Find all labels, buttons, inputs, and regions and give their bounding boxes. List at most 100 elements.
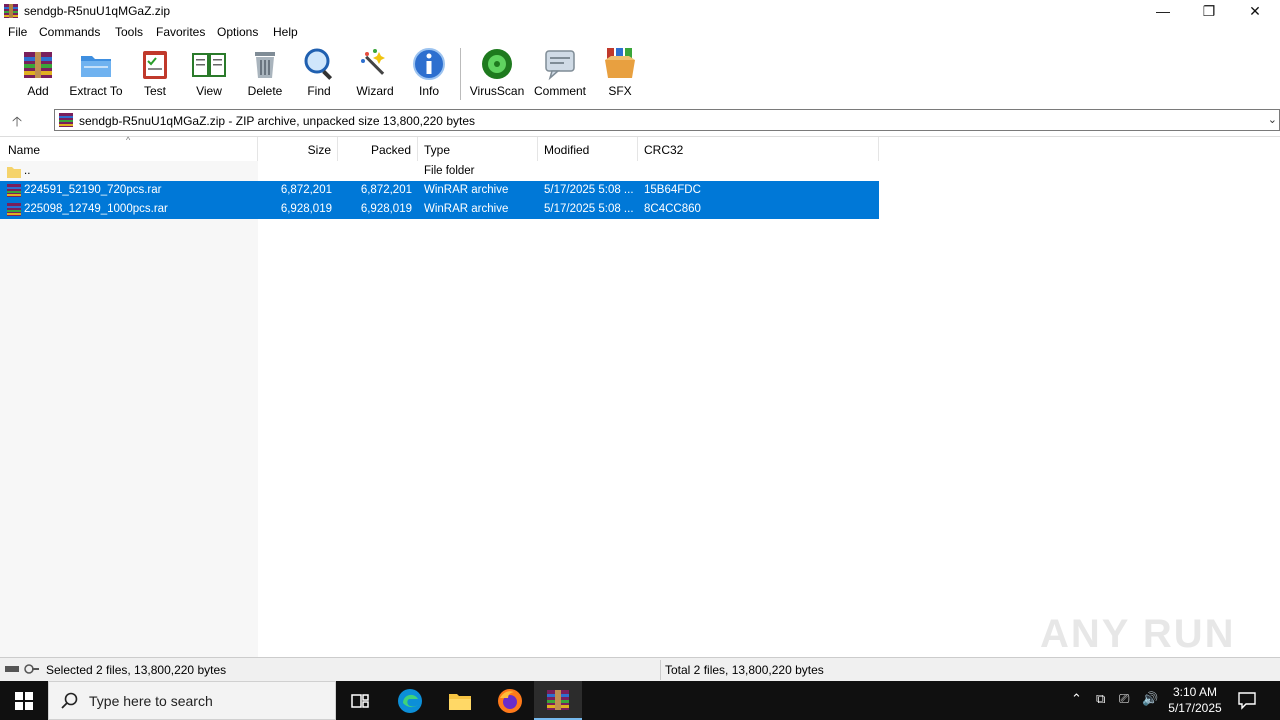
search-icon [61, 692, 78, 709]
file-name: .. [24, 165, 31, 177]
test-button[interactable]: Test [136, 46, 174, 102]
view-button[interactable]: View [188, 46, 230, 102]
device-icon[interactable]: ⧉ [1096, 691, 1105, 707]
column-header-name[interactable]: Name [0, 137, 258, 161]
menu-options[interactable]: Options [217, 25, 258, 39]
extract-folder-icon [81, 56, 111, 77]
sfx-box-icon [605, 48, 635, 78]
file-crc32: 15B64FDC [644, 184, 701, 196]
taskbar-clock[interactable]: 3:10 AM 5/17/2025 [1160, 684, 1230, 716]
delete-label: Delete [247, 84, 283, 98]
comment-button[interactable]: Comment [532, 46, 588, 102]
menu-favorites[interactable]: Favorites [156, 25, 205, 39]
view-book-icon [192, 53, 226, 77]
virusscan-button[interactable]: VirusScan [470, 46, 524, 102]
column-header-packed[interactable]: Packed [338, 137, 418, 161]
notification-icon[interactable] [1236, 690, 1258, 710]
extract-to-button[interactable]: Extract To [68, 46, 124, 102]
volume-icon[interactable]: 🔊 [1142, 691, 1158, 707]
address-row: 🡡 sendgb-R5nuU1qMGaZ.zip - ZIP archive, … [0, 108, 1280, 132]
edge-icon [398, 688, 422, 713]
view-label: View [196, 84, 222, 98]
add-button[interactable]: Add [18, 46, 58, 102]
windows-logo-icon [15, 691, 33, 710]
add-archive-icon [24, 52, 52, 78]
status-total: Total 2 files, 13,800,220 bytes [665, 663, 824, 677]
info-button[interactable]: Info [410, 46, 448, 102]
rar-file-icon [7, 203, 21, 216]
comment-label: Comment [533, 84, 586, 98]
status-selected: Selected 2 files, 13,800,220 bytes [46, 663, 227, 677]
zip-archive-icon [59, 113, 73, 127]
column-header-modified[interactable]: Modified [538, 137, 638, 161]
task-view-button[interactable] [336, 681, 384, 720]
status-divider [660, 660, 661, 680]
firefox-app-button[interactable] [486, 681, 534, 720]
table-row[interactable]: .. File folder [0, 162, 879, 181]
wand-icon [361, 49, 385, 75]
file-crc32: 8C4CC860 [644, 203, 701, 215]
file-type: WinRAR archive [424, 203, 509, 215]
toolbar-separator [460, 48, 461, 100]
minimize-button[interactable]: — [1140, 0, 1186, 22]
column-header-crc32[interactable]: CRC32 [638, 137, 879, 161]
table-row[interactable]: 225098_12749_1000pcs.rar 6,928,019 6,928… [0, 200, 879, 219]
name-column-background [0, 161, 258, 657]
sfx-button[interactable]: SFX [598, 46, 642, 102]
start-button[interactable] [0, 681, 48, 720]
file-packed: 6,872,201 [360, 184, 412, 196]
column-header-size[interactable]: Size [258, 137, 338, 161]
address-bar[interactable]: sendgb-R5nuU1qMGaZ.zip - ZIP archive, un… [54, 109, 1280, 131]
column-header-type[interactable]: Type [418, 137, 538, 161]
test-label: Test [143, 84, 166, 98]
search-placeholder: Type here to search [89, 693, 213, 709]
table-row[interactable]: 224591_52190_720pcs.rar 6,872,201 6,872,… [0, 181, 879, 200]
delete-button[interactable]: Delete [245, 46, 285, 102]
maximize-button[interactable]: ❐ [1186, 0, 1232, 22]
window-title: sendgb-R5nuU1qMGaZ.zip [24, 4, 171, 18]
test-clipboard-icon [143, 51, 167, 79]
menu-file[interactable]: File [8, 25, 27, 39]
file-size: 6,928,019 [280, 203, 332, 215]
magnifier-icon [304, 48, 333, 80]
info-icon [413, 48, 445, 80]
watermark: ANY RUN [1040, 612, 1236, 656]
extract-to-label: Extract To [69, 84, 123, 98]
file-modified: 5/17/2025 5:08 ... [544, 184, 634, 196]
file-size: 6,872,201 [280, 184, 332, 196]
virus-scan-icon [482, 49, 512, 79]
find-button[interactable]: Find [300, 46, 338, 102]
sfx-label: SFX [608, 84, 632, 98]
toolbar: Add Extract To Test View Delete Find Wiz… [0, 42, 1280, 106]
edge-app-button[interactable] [386, 681, 434, 720]
menu-commands[interactable]: Commands [39, 25, 100, 39]
file-type: WinRAR archive [424, 184, 509, 196]
wizard-button[interactable]: Wizard [354, 46, 396, 102]
find-label: Find [307, 84, 331, 98]
wizard-label: Wizard [356, 84, 394, 98]
file-explorer-button[interactable] [436, 681, 484, 720]
add-label: Add [27, 84, 49, 98]
menu-help[interactable]: Help [273, 25, 298, 39]
folder-icon [7, 167, 21, 178]
chevron-up-icon[interactable]: ⌃ [1071, 691, 1082, 707]
firefox-icon [498, 688, 522, 713]
status-bar: Selected 2 files, 13,800,220 bytes Total… [0, 657, 1280, 681]
winrar-app-button[interactable] [534, 681, 582, 720]
chevron-down-icon[interactable]: ⌄ [1268, 113, 1277, 126]
menu-bar: File Commands Tools Favorites Options He… [0, 22, 1280, 42]
info-label: Info [418, 84, 439, 98]
menu-tools[interactable]: Tools [115, 25, 143, 39]
task-view-icon [351, 693, 369, 708]
taskbar: Type here to search ⌃ ⧉ ⎚ 🔊 3:10 AM 5/17… [0, 681, 1280, 720]
up-arrow-icon[interactable]: 🡡 [12, 111, 32, 129]
winrar-app-icon [4, 4, 18, 18]
trash-icon [255, 52, 275, 78]
network-icon[interactable]: ⎚ [1119, 691, 1129, 707]
taskbar-search[interactable]: Type here to search [48, 681, 336, 720]
file-list[interactable]: ^ Name Size Packed Type Modified CRC32 .… [0, 135, 1280, 657]
title-bar: sendgb-R5nuU1qMGaZ.zip — ❐ ✕ [0, 0, 1280, 22]
file-name: 225098_12749_1000pcs.rar [24, 203, 168, 215]
close-button[interactable]: ✕ [1232, 0, 1278, 22]
address-text: sendgb-R5nuU1qMGaZ.zip - ZIP archive, un… [79, 114, 475, 128]
